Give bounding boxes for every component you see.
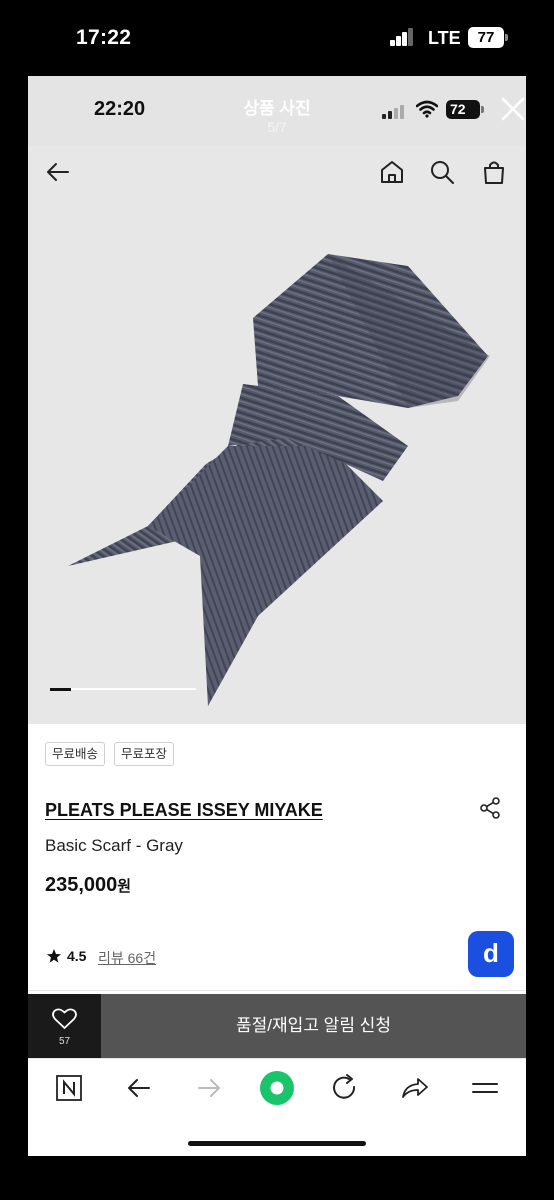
phone-time: 17:22	[76, 26, 132, 49]
inner-battery-icon: 72	[446, 100, 480, 119]
star-icon	[47, 949, 61, 963]
price-value: 235,000	[45, 874, 118, 896]
heart-icon	[52, 1008, 77, 1029]
free-wrapping-tag: 무료포장	[114, 742, 175, 766]
product-image-carousel[interactable]	[28, 146, 526, 724]
product-price: 235,000원	[45, 874, 131, 897]
inner-signal-icon	[382, 105, 404, 119]
free-shipping-tag: 무료배송	[45, 742, 106, 766]
green-dot-home-icon[interactable]	[258, 1069, 296, 1107]
battery-icon: 77	[468, 27, 504, 48]
divider	[28, 990, 526, 991]
rating-value: 4.5	[67, 948, 87, 964]
product-name: Basic Scarf - Gray	[45, 836, 183, 855]
refresh-icon[interactable]	[330, 1073, 360, 1103]
wishlist-count: 57	[58, 1036, 71, 1047]
product-page-nav	[28, 146, 526, 198]
image-progress-track	[50, 687, 196, 691]
image-progress-fill	[50, 687, 71, 691]
brand-name[interactable]: PLEATS PLEASE ISSEY MIYAKE	[45, 800, 323, 821]
browser-forward-icon[interactable]	[194, 1073, 224, 1103]
battery-tip	[505, 34, 508, 41]
phone-status-bar: 17:22 LTE 77	[0, 0, 554, 76]
home-icon[interactable]	[378, 158, 406, 186]
search-icon[interactable]	[428, 158, 456, 186]
product-info: 무료배송 무료포장 PLEATS PLEASE ISSEY MIYAKE Bas…	[28, 724, 526, 994]
purchase-action-bar: 57 품절/재입고 알림 신청	[28, 994, 526, 1058]
share-arrow-icon[interactable]	[400, 1073, 430, 1103]
restock-alert-button[interactable]: 품절/재입고 알림 신청	[101, 994, 526, 1058]
menu-icon[interactable]	[470, 1073, 500, 1103]
inner-battery-tip	[481, 106, 484, 113]
product-photo-scarf	[68, 254, 490, 706]
wishlist-button[interactable]: 57	[28, 994, 101, 1058]
screenshot-viewer: 22:20 상품 사진 5/7 72 무료배송 무료포장 PLEATS PLEA…	[28, 76, 526, 1156]
share-icon[interactable]	[478, 796, 502, 820]
browser-back-icon[interactable]	[124, 1073, 154, 1103]
naver-home-icon[interactable]	[54, 1073, 84, 1103]
price-unit: 원	[117, 878, 132, 895]
shopping-bag-icon[interactable]	[480, 158, 508, 186]
app-badge-button[interactable]: d	[468, 931, 514, 977]
close-icon[interactable]	[500, 96, 526, 122]
review-count-link[interactable]: 리뷰 66건	[98, 948, 156, 968]
photo-counter: 5/7	[267, 119, 287, 135]
cell-signal-icon	[390, 28, 416, 46]
browser-toolbar	[28, 1058, 526, 1156]
back-arrow-icon[interactable]	[44, 158, 72, 186]
network-type: LTE	[428, 28, 461, 48]
home-indicator	[188, 1141, 366, 1146]
wifi-icon	[416, 100, 438, 118]
viewer-header: 22:20 상품 사진 5/7 72	[28, 76, 526, 146]
